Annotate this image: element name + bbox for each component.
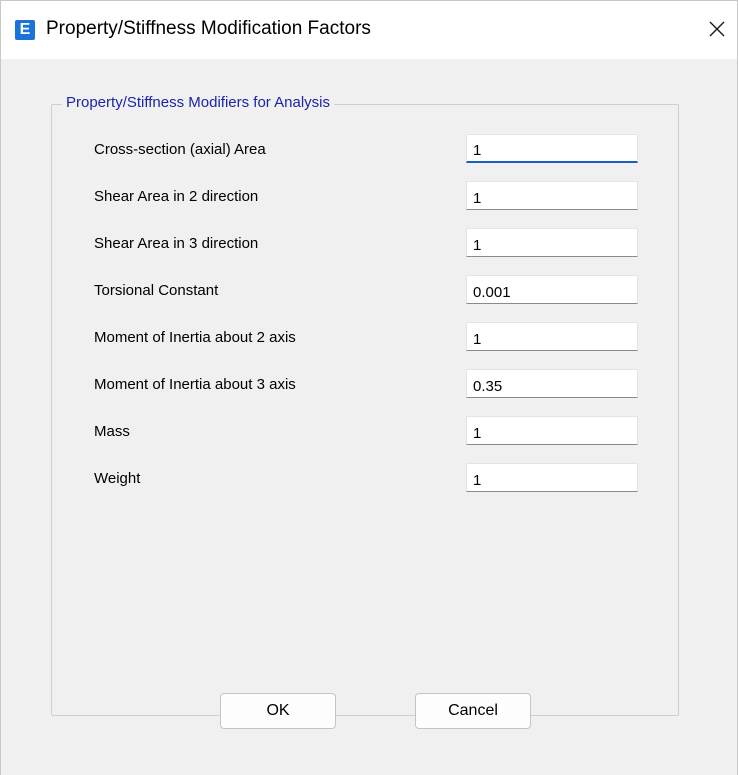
label-shear-area-2: Shear Area in 2 direction — [94, 188, 259, 205]
shear-area-3-input[interactable] — [466, 228, 638, 257]
group-legend: Property/Stiffness Modifiers for Analysi… — [62, 94, 334, 111]
label-torsional-constant: Torsional Constant — [94, 282, 219, 299]
mass-input[interactable] — [466, 416, 638, 445]
dialog-client-area: Property/Stiffness Modifiers for Analysi… — [1, 59, 737, 775]
ok-button[interactable]: OK — [220, 693, 336, 729]
moment-inertia-3-input[interactable] — [466, 369, 638, 398]
window-title: Property/Stiffness Modification Factors — [46, 18, 371, 39]
label-shear-area-3: Shear Area in 3 direction — [94, 235, 259, 252]
close-button[interactable] — [701, 13, 733, 45]
modifiers-group-box: Property/Stiffness Modifiers for Analysi… — [51, 94, 679, 716]
etabs-app-icon: E — [15, 20, 35, 40]
label-moment-inertia-3: Moment of Inertia about 3 axis — [94, 376, 296, 393]
label-weight: Weight — [94, 470, 141, 487]
shear-area-2-input[interactable] — [466, 181, 638, 210]
title-bar[interactable]: E Property/Stiffness Modification Factor… — [1, 1, 737, 59]
cancel-button[interactable]: Cancel — [415, 693, 531, 729]
close-icon — [709, 21, 725, 37]
label-cross-section-area: Cross-section (axial) Area — [94, 141, 266, 158]
cross-section-area-input[interactable] — [466, 134, 638, 163]
label-mass: Mass — [94, 423, 130, 440]
moment-inertia-2-input[interactable] — [466, 322, 638, 351]
torsional-constant-input[interactable] — [466, 275, 638, 304]
weight-input[interactable] — [466, 463, 638, 492]
label-moment-inertia-2: Moment of Inertia about 2 axis — [94, 329, 296, 346]
dialog-window: E Property/Stiffness Modification Factor… — [0, 0, 738, 775]
